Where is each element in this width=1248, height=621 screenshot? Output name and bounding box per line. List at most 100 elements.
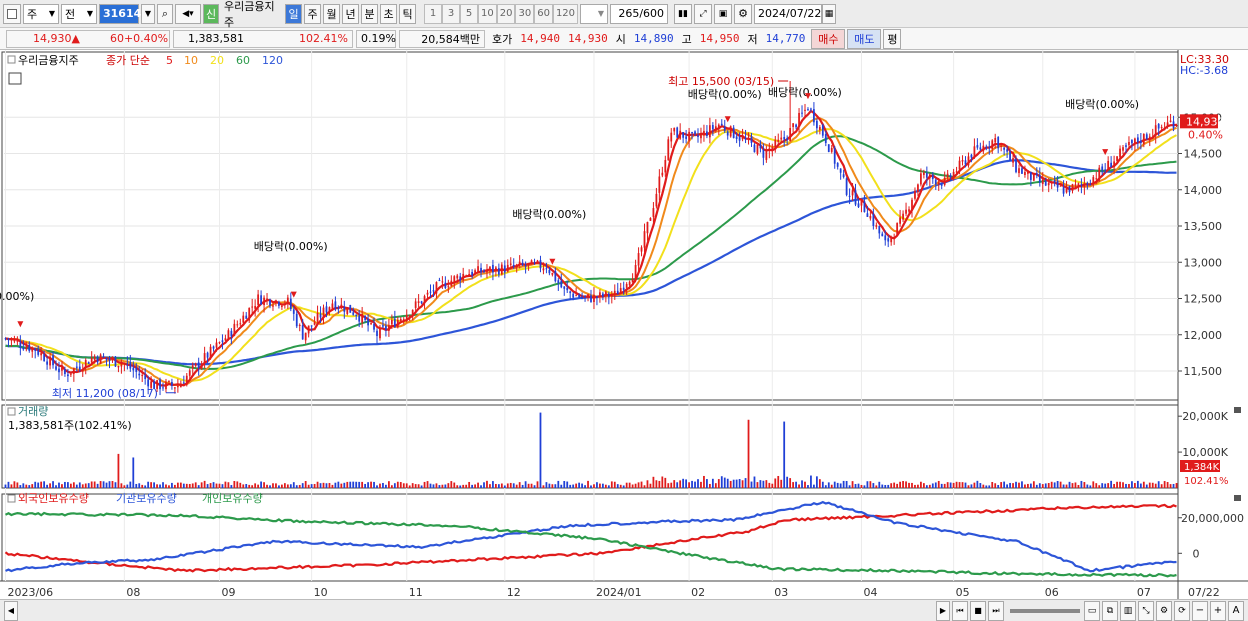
zoom-in-icon[interactable]: + bbox=[1210, 600, 1226, 621]
candle-body bbox=[497, 268, 500, 275]
volume-bar bbox=[313, 483, 316, 488]
line-tool-icon[interactable]: ⤢ bbox=[694, 3, 713, 24]
fast-forward-icon[interactable]: ⏭ bbox=[988, 600, 1004, 621]
axis-hc: HC:-3.68 bbox=[1180, 64, 1228, 77]
search-icon[interactable]: ⌕ bbox=[157, 3, 173, 24]
tab-period-4[interactable]: 분 bbox=[361, 3, 378, 24]
candle-body bbox=[281, 305, 283, 307]
window-menu-icon[interactable] bbox=[3, 3, 21, 24]
tab-period-0[interactable]: 일 bbox=[285, 3, 302, 24]
settings-icon[interactable]: ⚙ bbox=[1156, 600, 1172, 621]
tab-period-2[interactable]: 월 bbox=[323, 3, 340, 24]
tab-period-1[interactable]: 주 bbox=[304, 3, 321, 24]
volume-bar bbox=[129, 481, 132, 488]
volume-bar bbox=[1062, 484, 1065, 488]
refresh-icon[interactable]: ⟳ bbox=[1174, 600, 1190, 621]
volume-bar bbox=[385, 484, 387, 488]
split-icon[interactable]: ▥ bbox=[1120, 600, 1136, 621]
date-field[interactable]: 2024/07/22 bbox=[754, 3, 823, 24]
candle-body bbox=[955, 171, 958, 173]
interval-button-60[interactable]: 60 bbox=[534, 3, 553, 24]
volume-bar bbox=[224, 481, 227, 488]
volume-bar bbox=[191, 483, 194, 488]
eval-button[interactable]: 평 bbox=[883, 28, 902, 49]
candle-body bbox=[720, 123, 723, 126]
interval-button-5[interactable]: 5 bbox=[460, 3, 478, 24]
speaker-icon[interactable]: ◀▾ bbox=[175, 3, 201, 24]
buy-button[interactable]: 매수 bbox=[811, 28, 846, 49]
market-select[interactable]: 전 ▼ bbox=[61, 3, 97, 24]
tab-period-5[interactable]: 초 bbox=[380, 3, 397, 24]
current-price: 14,930 bbox=[33, 32, 72, 45]
volume-bar bbox=[863, 485, 866, 488]
volume-bar bbox=[453, 482, 456, 488]
volume-bar bbox=[884, 484, 887, 488]
stock-code-input[interactable]: 316140 bbox=[99, 3, 149, 24]
volume-bar bbox=[741, 480, 744, 488]
candle-body bbox=[289, 298, 292, 310]
xtick-label: 2024/01 bbox=[596, 586, 642, 599]
calendar-icon[interactable]: ▦ bbox=[822, 3, 837, 24]
xtick-label: 06 bbox=[1045, 586, 1059, 599]
interval-button-3[interactable]: 3 bbox=[442, 3, 460, 24]
copy-icon[interactable]: ⧉ bbox=[1102, 600, 1118, 621]
candle-body bbox=[1098, 167, 1101, 181]
volume-bar bbox=[165, 484, 167, 488]
candle-body bbox=[376, 330, 378, 337]
volume-bar bbox=[542, 485, 545, 488]
interval-button-30[interactable]: 30 bbox=[515, 3, 535, 24]
volume-bar bbox=[4, 484, 7, 488]
zoom-out-icon[interactable]: − bbox=[1192, 600, 1208, 621]
stop-icon[interactable]: ■ bbox=[970, 600, 986, 621]
tab-period-6[interactable]: 틱 bbox=[399, 3, 416, 24]
volume-bar bbox=[1027, 483, 1029, 488]
candle-body bbox=[756, 144, 759, 154]
volume-bar bbox=[182, 483, 185, 488]
gear-icon[interactable]: ⚙ bbox=[734, 3, 753, 24]
layout-icon[interactable]: ▭ bbox=[1084, 600, 1100, 621]
interval-button-120[interactable]: 120 bbox=[552, 3, 579, 24]
scroll-left-icon[interactable]: ◀ bbox=[4, 600, 18, 621]
volume-bar bbox=[774, 478, 777, 488]
count-field[interactable]: 265/600 bbox=[610, 3, 669, 24]
legend-ma-60: 60 bbox=[236, 54, 250, 67]
candle-body bbox=[486, 270, 488, 273]
trend-icon[interactable]: ⤡ bbox=[1138, 600, 1154, 621]
candle-body bbox=[141, 375, 144, 377]
volume-bar bbox=[489, 484, 491, 488]
rewind-icon[interactable]: ⏮ bbox=[952, 600, 968, 621]
interval-button-20[interactable]: 20 bbox=[496, 3, 516, 24]
period-select[interactable]: 주 ▼ bbox=[23, 3, 59, 24]
interval-custom-select[interactable]: ▼ bbox=[580, 3, 609, 24]
candle-body bbox=[509, 263, 512, 265]
tab-period-3[interactable]: 년 bbox=[342, 3, 359, 24]
candle-body bbox=[691, 131, 693, 133]
volume-bar bbox=[911, 482, 913, 488]
zoom-slider[interactable] bbox=[1010, 608, 1080, 613]
volume-bar bbox=[866, 481, 869, 488]
volume-bar bbox=[997, 484, 1000, 488]
interval-button-1[interactable]: 1 bbox=[424, 3, 442, 24]
volume-bar bbox=[159, 484, 161, 488]
candle-body bbox=[99, 354, 102, 364]
volume-bar bbox=[848, 485, 851, 488]
stock-chart[interactable]: 배당락(0.00%) 배당락(0.00%) 배당락(0.00%) 배당락(0.00%)… bbox=[0, 50, 1248, 599]
candle-body bbox=[970, 154, 973, 158]
candle-body bbox=[399, 318, 402, 321]
volume-bar bbox=[295, 485, 298, 488]
volume-bar bbox=[1074, 482, 1077, 488]
volume-bar bbox=[896, 483, 899, 488]
xtick-label: 11 bbox=[409, 586, 423, 599]
sell-button[interactable]: 매도 bbox=[847, 28, 882, 49]
volume-bar bbox=[914, 484, 916, 488]
candle-body bbox=[643, 231, 646, 248]
volume-bar bbox=[325, 483, 328, 488]
save-icon[interactable]: ▣ bbox=[714, 3, 733, 24]
scroll-right-icon[interactable]: ▶ bbox=[936, 600, 950, 621]
code-dropdown-icon[interactable]: ▼ bbox=[141, 3, 155, 24]
volume-bar bbox=[548, 483, 551, 488]
font-size-icon[interactable]: A bbox=[1228, 600, 1244, 621]
interval-button-10[interactable]: 10 bbox=[478, 3, 497, 24]
candle-type-icon[interactable]: ▮▮ bbox=[674, 3, 693, 24]
candle-body bbox=[78, 366, 81, 370]
